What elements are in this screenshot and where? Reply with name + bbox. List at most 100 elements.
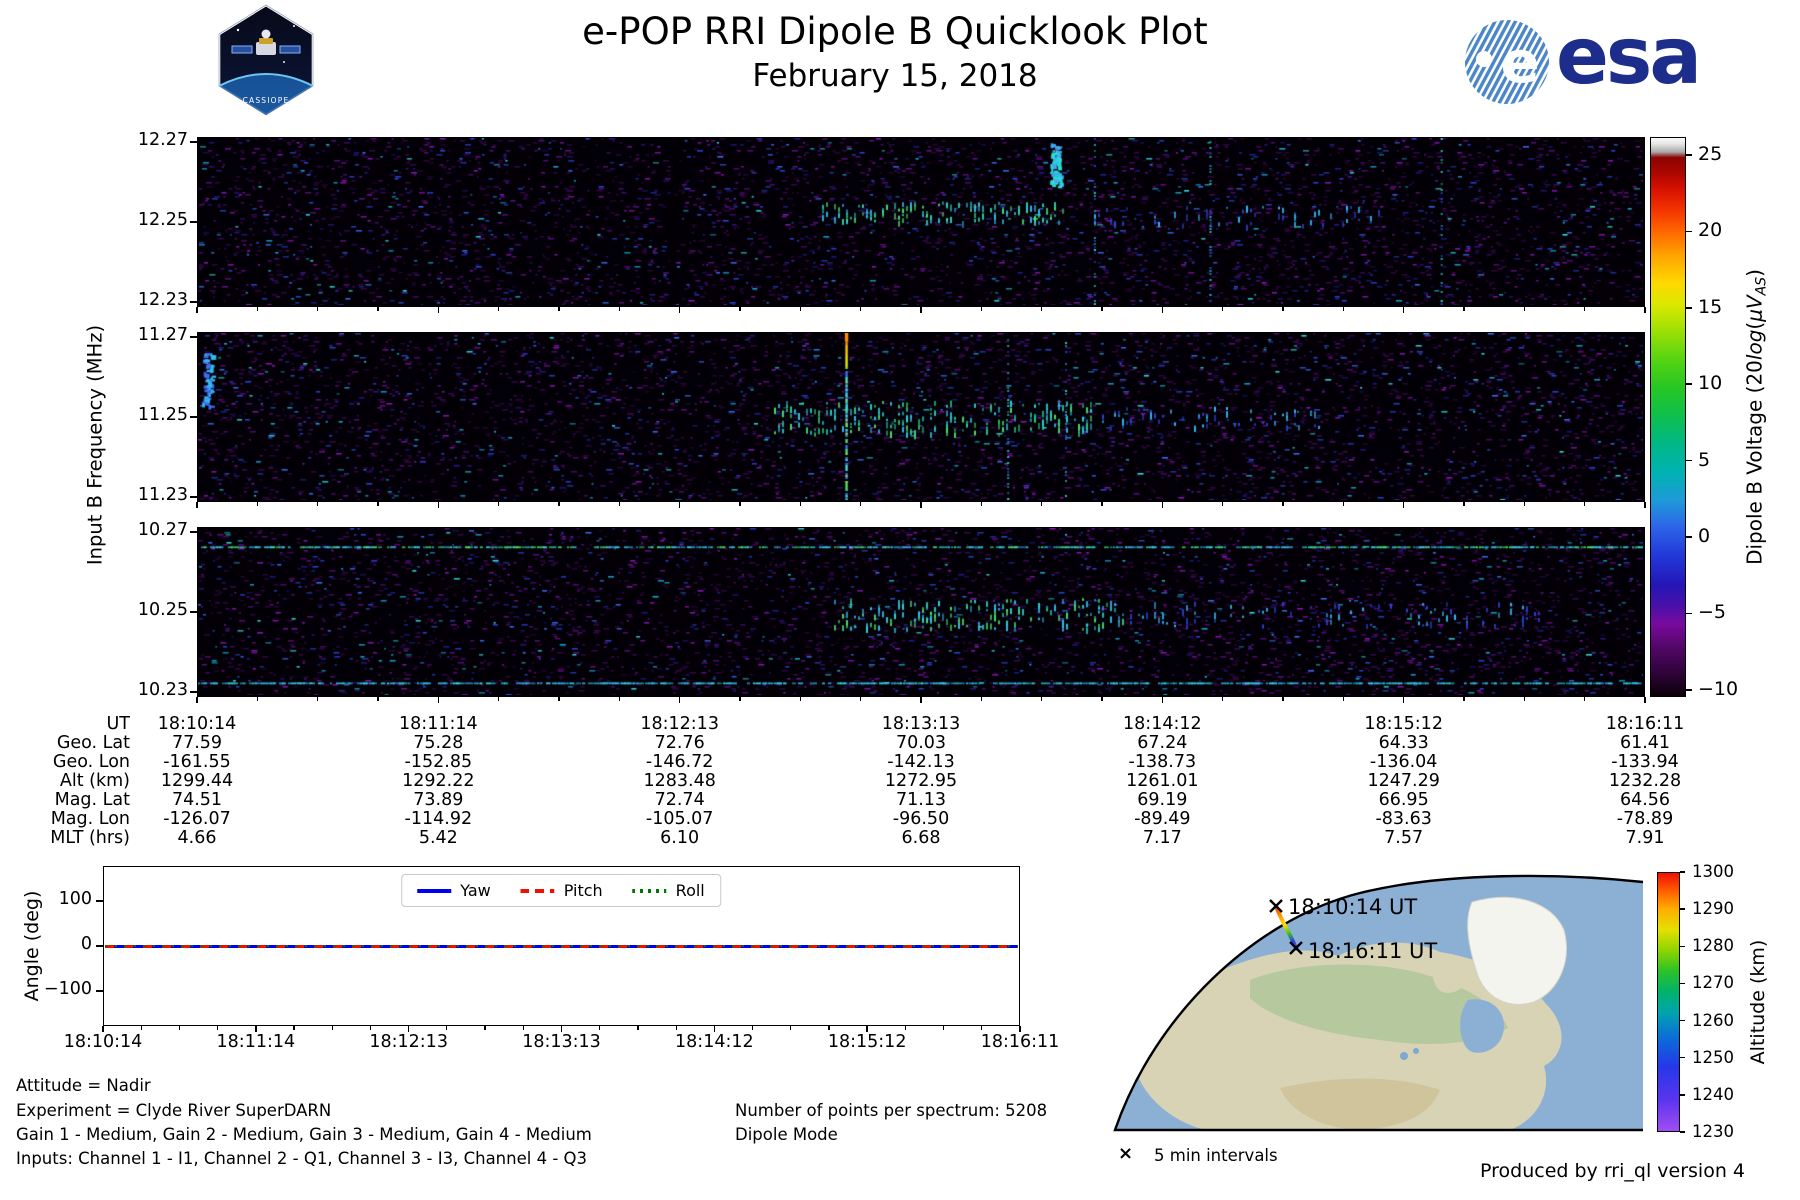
ephemeris-cell: 77.59 [171,733,223,753]
time-major-tick-mark [1644,502,1646,508]
ephemeris-cell: -89.49 [1134,809,1191,829]
time-minor-tick-mark [1584,502,1586,506]
interval-marker-icon: × [1118,1143,1134,1164]
voltage-colorbar-label-pre: Dipole B Voltage (20 [1742,360,1767,565]
time-minor-tick-mark [739,502,741,506]
angle-y-tick-label: −100 [43,979,92,999]
time-minor-tick-mark [256,502,258,506]
angle-x-tick-label: 18:11:14 [216,1032,296,1052]
voltage-colorbar-tick-label: 5 [1698,448,1711,471]
spectrogram-panel-3 [197,527,1645,697]
ephemeris-cell: -142.13 [887,752,955,772]
ephemeris-cell: 72.76 [654,733,705,753]
freq-tick-mark [190,416,197,418]
spectrogram-panel-2-canvas [198,333,1643,500]
time-minor-tick-mark [1342,697,1344,701]
ephemeris-cell: 6.68 [901,828,941,848]
page-date: February 15, 2018 [752,58,1038,94]
info-inputs: Inputs: Channel 1 - I1, Channel 2 - Q1, … [16,1149,587,1168]
map-great-lake-1 [1400,1052,1408,1060]
time-major-tick-mark [437,502,440,508]
ephemeris-cell: 18:11:14 [399,714,478,734]
ephemeris-cell: -152.85 [404,752,473,772]
time-major-tick-mark [920,307,922,313]
time-major-tick-mark [1161,697,1164,703]
ephemeris-cell: 70.03 [895,733,947,753]
time-minor-tick-mark [558,502,560,506]
ephemeris-cell: 7.17 [1142,828,1182,848]
time-minor-tick-mark [1584,307,1586,311]
time-minor-tick-mark [1041,502,1043,506]
angle-x-minor-tick-mark [293,1026,295,1030]
ephemeris-row-label: Geo. Lon [52,752,130,772]
time-major-tick-mark [678,697,681,703]
time-major-tick-mark [196,502,198,508]
voltage-colorbar-tick-label: 10 [1698,372,1723,395]
time-minor-tick-mark [377,307,379,311]
spectrogram-panel-1 [197,137,1645,307]
freq-tick-mark [190,611,197,613]
angle-x-tick-label: 18:13:13 [522,1032,601,1052]
time-minor-tick-mark [317,502,319,506]
time-major-tick-mark [678,307,681,313]
time-minor-tick-mark [860,307,862,311]
angle-x-tick-label: 18:15:12 [827,1032,907,1052]
time-minor-tick-mark [1584,697,1586,701]
angle-x-minor-tick-mark [751,1026,754,1030]
angle-y-tick-label: 100 [58,889,92,909]
angle-x-minor-tick-mark [942,1026,945,1030]
time-minor-tick-mark [980,502,982,506]
angle-y-tick-mark [96,945,103,947]
freq-tick-mark [190,301,197,303]
angle-x-tick-label: 18:12:13 [369,1032,448,1052]
time-minor-tick-mark [1222,307,1224,311]
freq-tick-mark [190,141,197,143]
time-minor-tick-mark [1101,307,1103,311]
ephemeris-cell: 18:13:13 [881,714,961,734]
info-attitude: Attitude = Nadir [16,1076,151,1095]
time-major-tick-mark [437,307,440,313]
time-minor-tick-mark [558,697,560,701]
angle-x-minor-tick-mark [522,1026,524,1030]
time-minor-tick-mark [1101,697,1103,701]
ephemeris-cell: -133.94 [1611,752,1679,772]
cassiope-logo-icon: CASSIOPE [217,4,315,116]
freq-tick-label: 12.23 [137,290,188,310]
time-minor-tick-mark [317,697,319,701]
voltage-colorbar-label: Dipole B Voltage (20log(μVAS) [1742,269,1769,565]
voltage-colorbar-tick-label: 20 [1698,219,1723,242]
esa-globe-icon: e [1465,20,1549,104]
time-minor-tick-mark [1282,502,1284,506]
angle-x-minor-tick-mark [484,1026,486,1030]
angle-x-minor-tick-mark [981,1026,983,1030]
time-minor-tick-mark [558,307,560,311]
ephemeris-cell: 5.42 [418,828,458,848]
altitude-colorbar-tick-label: 1250 [1692,1047,1734,1067]
time-major-tick-mark [437,697,440,703]
angle-y-tick-mark [96,990,103,992]
svg-text:e: e [1500,28,1539,96]
freq-tick-label: 11.23 [137,485,188,505]
time-minor-tick-mark [980,697,982,701]
altitude-colorbar-tick-label: 1230 [1692,1122,1734,1141]
altitude-colorbar-tick-mark [1680,871,1685,873]
time-minor-tick-mark [1041,307,1043,311]
voltage-colorbar-label-sub: AS [1753,276,1770,296]
altitude-colorbar-tick-label: 1300 [1692,862,1734,881]
time-minor-tick-mark [317,307,319,311]
time-major-tick-mark [1161,502,1164,508]
time-major-tick-mark [196,697,198,703]
angle-x-tick-label: 18:10:14 [63,1032,143,1052]
altitude-colorbar-label: Altitude (km) [1747,939,1769,1065]
freq-tick-label: 10.27 [137,520,188,540]
time-major-tick-mark [1161,307,1164,313]
legend-item-yaw: Yaw [417,881,491,900]
freq-tick-mark [190,531,197,533]
time-major-tick-mark [196,307,198,313]
angle-x-minor-tick-mark [331,1026,333,1030]
time-minor-tick-mark [860,697,862,701]
time-minor-tick-mark [256,307,258,311]
ephemeris-cell: 75.28 [413,733,464,753]
ephemeris-cell: -136.04 [1369,752,1438,772]
ephemeris-row-label: MLT (hrs) [50,828,130,848]
